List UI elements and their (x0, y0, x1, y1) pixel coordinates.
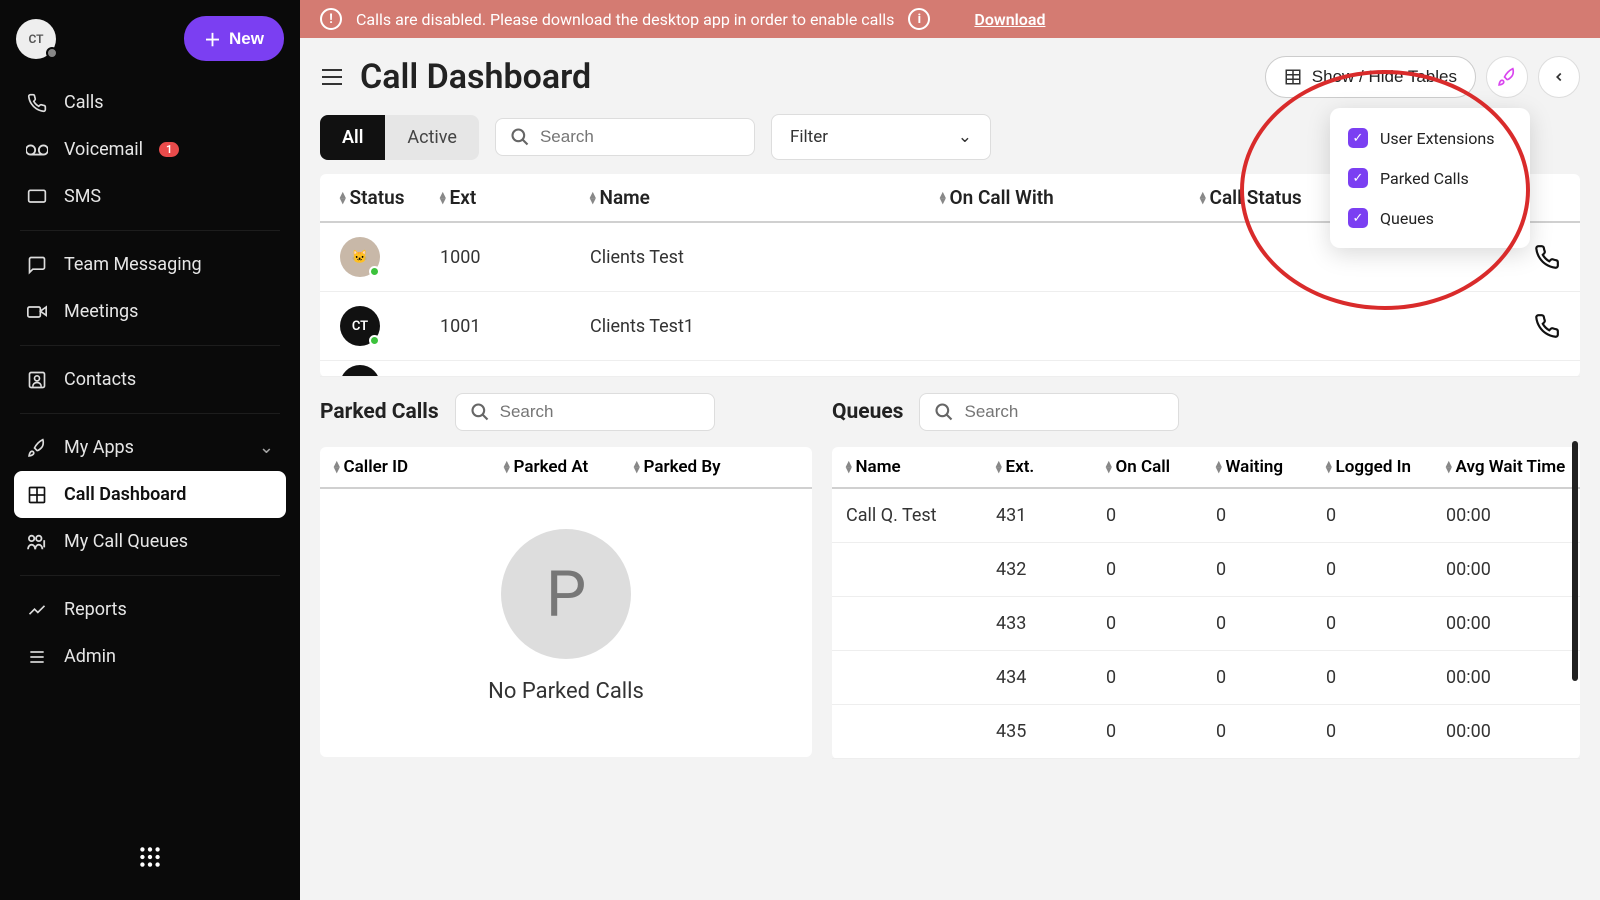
table-row[interactable]: CT 1001 Clients Test1 (320, 292, 1580, 361)
voicemail-icon (26, 143, 48, 157)
alert-icon: ! (320, 8, 342, 30)
call-button[interactable] (1534, 313, 1560, 339)
avatar: 🐱 (340, 237, 380, 277)
search-icon (470, 402, 490, 422)
col-parked-by[interactable]: ▴▾Parked By (634, 457, 764, 477)
tab-active[interactable]: Active (385, 115, 479, 160)
col-q-name[interactable]: ▴▾Name (846, 457, 996, 477)
avatar (340, 365, 380, 377)
toggle-parked-calls[interactable]: ✓ Parked Calls (1348, 158, 1512, 198)
col-name[interactable]: ▴▾Name (590, 186, 940, 209)
voicemail-badge: 1 (159, 142, 179, 157)
info-icon[interactable]: i (908, 8, 930, 30)
sidebar: CT ＋ New Calls Voicemail 1 SMS Team Mess… (0, 0, 300, 900)
menu-toggle-icon[interactable] (320, 67, 344, 87)
col-q-ext[interactable]: ▴▾Ext. (996, 457, 1106, 477)
queue-icon (26, 533, 48, 551)
phone-icon (26, 93, 48, 113)
col-q-logged[interactable]: ▴▾Logged In (1326, 457, 1446, 477)
search-input[interactable] (964, 402, 1164, 422)
col-q-avg[interactable]: ▴▾Avg Wait Time (1446, 457, 1566, 477)
col-parked-at[interactable]: ▴▾Parked At (504, 457, 634, 477)
reports-icon (26, 600, 48, 620)
table-row[interactable]: 43200000:00 (832, 543, 1580, 597)
warning-banner: ! Calls are disabled. Please download th… (300, 0, 1600, 38)
parked-search[interactable] (455, 393, 715, 431)
nav-meetings[interactable]: Meetings (14, 288, 286, 335)
user-avatar[interactable]: CT (16, 19, 56, 59)
chat-icon (26, 255, 48, 275)
empty-icon: P (501, 529, 631, 659)
rocket-icon (26, 438, 48, 458)
checkbox-checked-icon: ✓ (1348, 128, 1368, 148)
col-status[interactable]: ▴▾Status (340, 186, 440, 209)
scrollbar-thumb[interactable] (1572, 441, 1578, 681)
col-q-oncall[interactable]: ▴▾On Call (1106, 457, 1216, 477)
queues-panel: Queues ▴▾Name ▴▾Ext. ▴▾On Call ▴▾Waiting… (832, 393, 1580, 759)
presence-dot (46, 47, 58, 59)
show-hide-tables-button[interactable]: Show / Hide Tables (1265, 56, 1476, 98)
extensions-search[interactable] (495, 118, 755, 156)
collapse-button[interactable] (1538, 56, 1580, 98)
empty-state: P No Parked Calls (320, 489, 812, 744)
page-title: Call Dashboard (360, 57, 591, 97)
search-input[interactable] (500, 402, 700, 422)
admin-icon (26, 647, 48, 667)
queues-search[interactable] (919, 393, 1179, 431)
nav-voicemail[interactable]: Voicemail 1 (14, 126, 286, 173)
nav-admin[interactable]: Admin (14, 633, 286, 680)
nav-calls[interactable]: Calls (14, 79, 286, 126)
chevron-down-icon: ⌄ (958, 127, 972, 147)
parked-calls-panel: Parked Calls ▴▾Caller ID ▴▾Parked At ▴▾P… (320, 393, 812, 759)
nav-my-call-queues[interactable]: My Call Queues (14, 518, 286, 565)
dashboard-icon (26, 485, 48, 505)
checkbox-checked-icon: ✓ (1348, 208, 1368, 228)
toggle-user-extensions[interactable]: ✓ User Extensions (1348, 118, 1512, 158)
col-oncall[interactable]: ▴▾On Call With (940, 186, 1200, 209)
table-row[interactable] (320, 361, 1580, 377)
rocket-button[interactable] (1486, 56, 1528, 98)
show-hide-dropdown: ✓ User Extensions ✓ Parked Calls ✓ Queue… (1330, 108, 1530, 248)
nav-contacts[interactable]: Contacts (14, 356, 286, 403)
sms-icon (26, 187, 48, 207)
filter-dropdown[interactable]: Filter ⌄ (771, 114, 991, 160)
table-icon (1284, 68, 1302, 86)
search-input[interactable] (540, 127, 740, 147)
col-ext[interactable]: ▴▾Ext (440, 186, 590, 209)
nav-team-messaging[interactable]: Team Messaging (14, 241, 286, 288)
status-tabs: All Active (320, 115, 479, 160)
toggle-queues[interactable]: ✓ Queues (1348, 198, 1512, 238)
new-button[interactable]: ＋ New (184, 16, 284, 61)
chevron-down-icon: ⌄ (259, 437, 274, 458)
nav-reports[interactable]: Reports (14, 586, 286, 633)
col-caller-id[interactable]: ▴▾Caller ID (334, 457, 504, 477)
main-content: ! Calls are disabled. Please download th… (300, 0, 1600, 900)
download-link[interactable]: Download (974, 10, 1045, 29)
nav-sms[interactable]: SMS (14, 173, 286, 220)
search-icon (510, 127, 530, 147)
avatar: CT (340, 306, 380, 346)
table-row[interactable]: 43400000:00 (832, 651, 1580, 705)
checkbox-checked-icon: ✓ (1348, 168, 1368, 188)
tab-all[interactable]: All (320, 115, 385, 160)
table-row[interactable]: 43500000:00 (832, 705, 1580, 759)
contacts-icon (26, 370, 48, 390)
nav-my-apps[interactable]: My Apps ⌄ (14, 424, 286, 471)
col-q-waiting[interactable]: ▴▾Waiting (1216, 457, 1326, 477)
search-icon (934, 402, 954, 422)
table-row[interactable]: 43300000:00 (832, 597, 1580, 651)
plus-icon: ＋ (204, 26, 221, 51)
table-row[interactable]: Call Q. Test43100000:00 (832, 489, 1580, 543)
video-icon (26, 304, 48, 320)
dialpad-button[interactable] (137, 844, 163, 870)
nav-call-dashboard[interactable]: Call Dashboard (14, 471, 286, 518)
call-button[interactable] (1534, 244, 1560, 270)
